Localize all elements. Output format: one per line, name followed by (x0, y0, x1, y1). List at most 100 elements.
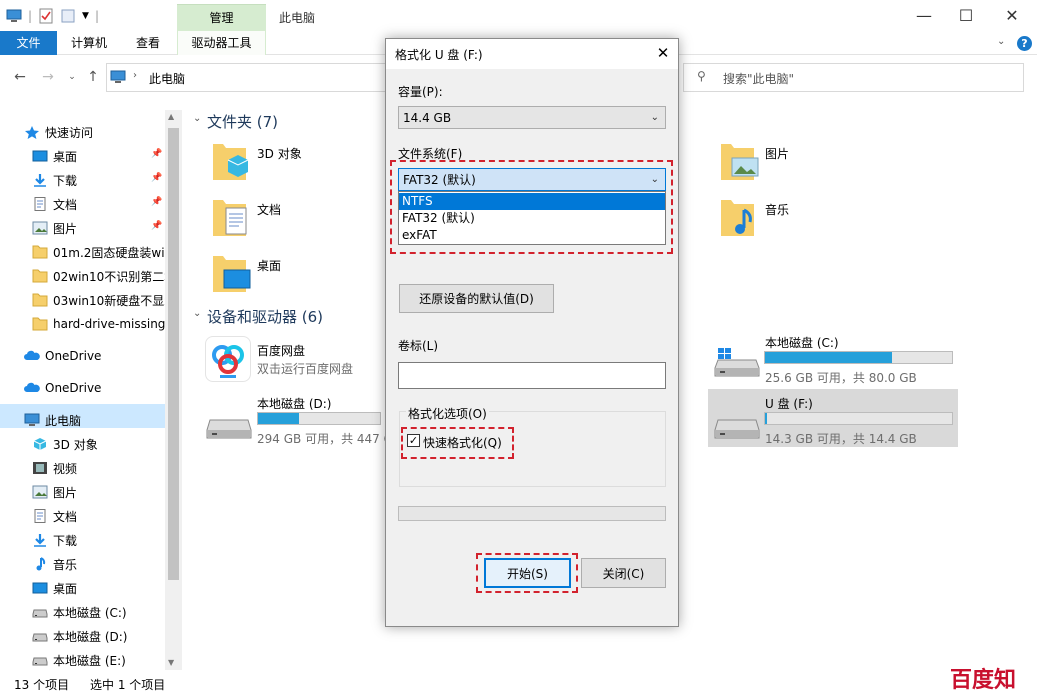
search-placeholder: 搜索"此电脑" (723, 72, 795, 86)
filesystem-option-ntfs[interactable]: NTFS (399, 193, 665, 210)
sidebar-item[interactable]: OneDrive (24, 376, 165, 400)
quick-format-checkbox[interactable]: ✓ (407, 434, 420, 447)
recent-chevron-icon[interactable]: ⌄ (62, 67, 82, 87)
folder-label[interactable]: 桌面 (257, 257, 281, 274)
sidebar-item[interactable]: 桌面 (32, 144, 165, 168)
sidebar-item-label: 文档 (53, 509, 78, 524)
drive-icon[interactable] (206, 414, 252, 442)
usb-drive-icon[interactable] (714, 414, 760, 442)
sidebar-scroll-thumb[interactable] (168, 128, 179, 580)
desktop-icon (32, 582, 48, 594)
drive-f-label[interactable]: U 盘 (F:) (765, 395, 813, 412)
sidebar-item[interactable]: 01m.2固态硬盘装wir (32, 240, 165, 264)
start-button[interactable]: 开始(S) (484, 558, 571, 588)
sidebar-item[interactable]: 3D 对象 (32, 432, 165, 456)
up-icon[interactable]: ↑ (83, 67, 103, 87)
document-icon (34, 197, 46, 211)
sidebar-item[interactable]: 此电脑 (24, 408, 165, 432)
drive-f-usage-fill (765, 413, 767, 424)
sidebar-item-label: 01m.2固态硬盘装wir (53, 245, 165, 260)
tab-view[interactable]: 查看 (122, 31, 174, 55)
chevron-down-icon[interactable]: ▼ (82, 11, 89, 21)
tab-drive-tools[interactable]: 驱动器工具 (177, 31, 266, 55)
close-dialog-button[interactable]: 关闭(C) (581, 558, 666, 588)
collapse-devices-icon[interactable]: ⌄ (193, 308, 201, 319)
folder-documents[interactable] (210, 196, 250, 243)
sidebar-item-label: 本地磁盘 (D:) (53, 629, 128, 644)
tab-file[interactable]: 文件 (0, 31, 57, 55)
breadcrumb[interactable]: 此电脑 (149, 70, 185, 87)
folder-icon (32, 269, 48, 283)
folder-label[interactable]: 文档 (257, 201, 281, 218)
format-options-label: 格式化选项(O) (406, 405, 489, 422)
drive-c-usage-bar (764, 351, 953, 364)
sidebar-item[interactable]: 下载 (32, 168, 165, 192)
new-folder-icon[interactable] (60, 8, 76, 24)
volume-label-input[interactable] (398, 362, 666, 389)
quick-access-toolbar: | ▼ | (6, 6, 99, 26)
sidebar-item[interactable]: 视频 (32, 456, 165, 480)
drive-c-usage-fill (765, 352, 893, 363)
sidebar-item[interactable]: 快速访问 (24, 120, 165, 144)
sidebar-item[interactable]: 本地磁盘 (E:) (32, 648, 165, 672)
sidebar-item[interactable]: OneDrive (24, 344, 165, 368)
scroll-up-icon[interactable]: ▲ (168, 112, 174, 121)
restore-defaults-button[interactable]: 还原设备的默认值(D) (399, 284, 554, 313)
filesystem-option-fat32[interactable]: FAT32 (默认) (399, 210, 665, 227)
sidebar-item[interactable]: 桌面 (32, 576, 165, 600)
sidebar-item[interactable]: 02win10不识别第二块 (32, 264, 165, 288)
drive-c-label[interactable]: 本地磁盘 (C:) (765, 334, 839, 351)
properties-icon[interactable] (38, 8, 54, 24)
folder-3d-icon (213, 144, 249, 180)
picture-icon (32, 221, 48, 235)
sidebar-item[interactable]: 音乐 (32, 552, 165, 576)
folder-label[interactable]: 3D 对象 (257, 145, 302, 162)
minimize-button[interactable]: — (901, 0, 947, 31)
sidebar-item[interactable]: 本地磁盘 (C:) (32, 600, 165, 624)
folder-label[interactable]: 音乐 (765, 201, 789, 218)
sidebar-item[interactable]: 图片 (32, 216, 165, 240)
dialog-close-icon[interactable]: ✕ (652, 42, 674, 64)
sidebar-item-label: 桌面 (53, 149, 78, 164)
sidebar-item-label: 下载 (53, 533, 78, 548)
folder-pictures[interactable] (718, 140, 760, 187)
folder-label[interactable]: 图片 (765, 145, 789, 162)
system-drive-icon[interactable] (714, 346, 760, 380)
tab-manage[interactable]: 管理 (177, 9, 266, 26)
filesystem-value: FAT32 (默认) (403, 173, 476, 187)
drive-d-info: 294 GB 可用，共 447 GB (257, 432, 385, 446)
volume-label-label: 卷标(L) (398, 339, 439, 353)
folder-desktop[interactable] (210, 252, 252, 299)
back-icon[interactable]: ← (10, 67, 30, 87)
filesystem-dropdown-list: NTFS FAT32 (默认) exFAT (398, 191, 666, 245)
sidebar-item[interactable]: 下载 (32, 528, 165, 552)
collapse-folders-icon[interactable]: ⌄ (193, 113, 201, 124)
baidu-netdisk-icon[interactable] (205, 336, 251, 382)
forward-icon[interactable]: → (38, 67, 58, 87)
tab-computer[interactable]: 计算机 (62, 31, 116, 55)
sidebar-item[interactable]: 本地磁盘 (D:) (32, 624, 165, 648)
sidebar-item[interactable]: 文档 (32, 504, 165, 528)
sidebar-item[interactable]: 图片 (32, 480, 165, 504)
maximize-button[interactable]: ☐ (943, 0, 989, 31)
folder-3d-objects[interactable] (210, 140, 250, 187)
filesystem-select[interactable]: FAT32 (默认) ⌄ (398, 168, 666, 191)
download-icon (34, 534, 46, 547)
ribbon-expand-icon[interactable]: ⌄ (997, 36, 1005, 47)
filesystem-option-exfat[interactable]: exFAT (399, 227, 665, 244)
computer-icon[interactable] (6, 8, 22, 24)
close-button[interactable]: ✕ (989, 0, 1035, 31)
baidu-netdisk-label[interactable]: 百度网盘 (257, 342, 305, 359)
sidebar-item[interactable]: hard-drive-missing (32, 312, 165, 336)
sidebar-item[interactable]: 03win10新硬盘不显示 (32, 288, 165, 312)
help-icon[interactable]: ? (1017, 36, 1032, 51)
drive-d-label[interactable]: 本地磁盘 (D:) (257, 395, 331, 412)
devices-group-header[interactable]: 设备和驱动器 (6) (207, 306, 323, 327)
breadcrumb-chevron-icon[interactable]: › (133, 70, 137, 81)
folders-group-header[interactable]: 文件夹 (7) (207, 111, 278, 132)
folder-music[interactable] (718, 196, 760, 243)
scroll-down-icon[interactable]: ▼ (168, 658, 174, 667)
sidebar-item[interactable]: 文档 (32, 192, 165, 216)
capacity-select[interactable]: 14.4 GB ⌄ (398, 106, 666, 129)
quick-format-label[interactable]: 快速格式化(Q) (423, 434, 502, 451)
